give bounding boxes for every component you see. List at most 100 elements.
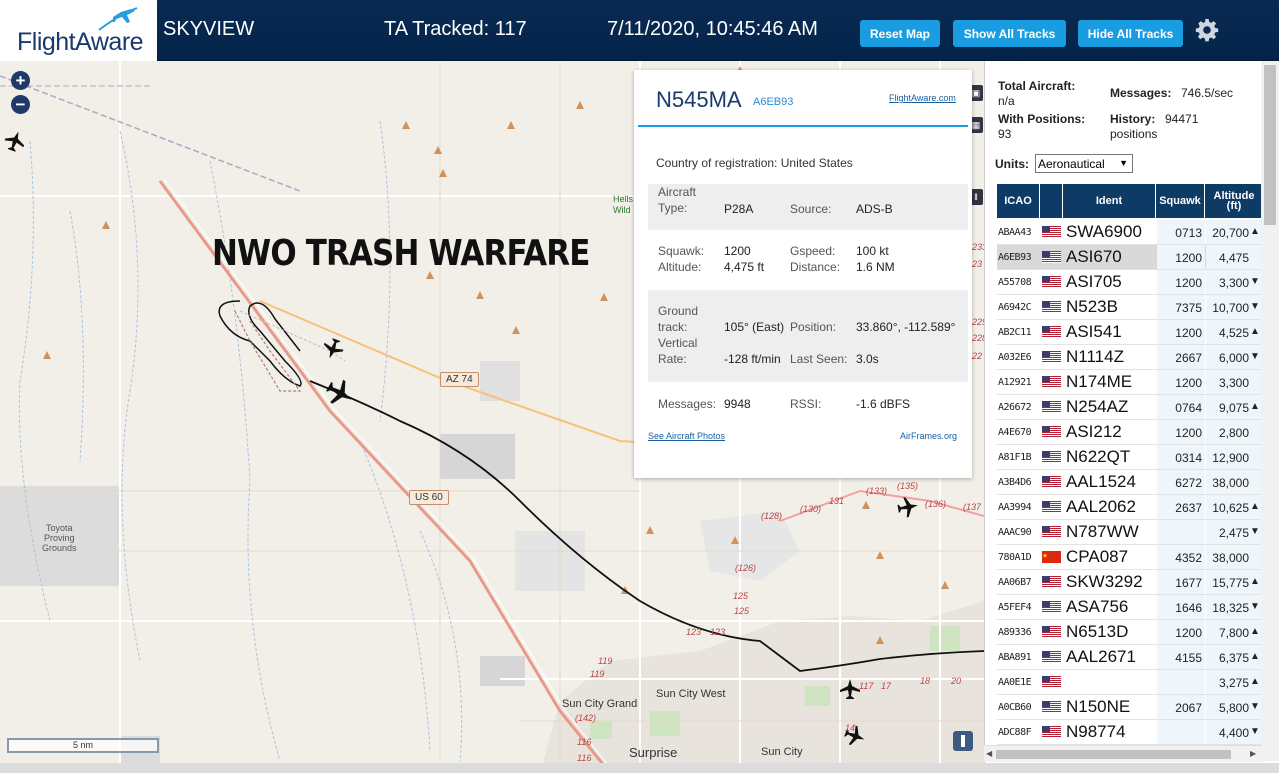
show-all-tracks-button[interactable]: Show All Tracks bbox=[953, 20, 1066, 47]
row-altitude: 2,800 bbox=[1218, 426, 1249, 440]
row-ident: N150NE bbox=[1066, 697, 1131, 716]
window-bottom-bar bbox=[0, 763, 1279, 773]
row-squawk: 6272 bbox=[1175, 476, 1202, 490]
aircraft-panel: Total Aircraft: n/a Messages: 746.5/sec … bbox=[984, 61, 1279, 773]
us-flag-icon bbox=[1042, 351, 1061, 363]
row-vertical-trend: ▼ bbox=[1250, 526, 1260, 537]
row-icao: A6EB93 bbox=[998, 252, 1032, 263]
table-row[interactable]: A6942C N523B 7375 10,700 ▼ bbox=[997, 295, 1263, 320]
route-number: 131 bbox=[829, 496, 845, 506]
vertical-rate-label: Vertical Rate: bbox=[658, 336, 698, 366]
table-row[interactable]: A6EB93 ASI670 1200 4,475 bbox=[997, 245, 1263, 270]
table-row[interactable]: A0CB60 N150NE 2067 5,800 ▼ bbox=[997, 695, 1263, 720]
table-row[interactable]: AB2C11 ASI541 1200 4,525 ▲ bbox=[997, 320, 1263, 345]
row-ident: ASI541 bbox=[1066, 322, 1122, 341]
row-squawk: 1200 bbox=[1175, 251, 1202, 265]
table-row[interactable]: ABA891 AAL2671 4155 6,375 ▲ bbox=[997, 645, 1263, 670]
row-squawk: 2667 bbox=[1175, 351, 1202, 365]
route-number: 116 bbox=[577, 737, 592, 747]
hscrollbar-thumb[interactable] bbox=[996, 750, 1231, 759]
table-row[interactable]: 780A1D CPA087 4352 38,000 bbox=[997, 545, 1263, 570]
scrollbar-thumb[interactable] bbox=[1264, 65, 1276, 225]
land-parcel bbox=[480, 656, 525, 686]
row-ident: ASI212 bbox=[1066, 422, 1122, 441]
route-number: (128) bbox=[761, 511, 783, 521]
table-row[interactable]: AA3994 AAL2062 2637 10,625 ▲ bbox=[997, 495, 1263, 520]
table-row[interactable]: A3B4D6 AAL1524 6272 38,000 bbox=[997, 470, 1263, 495]
row-altitude: 6,000 bbox=[1218, 351, 1249, 365]
aircraft-type-label: Aircraft Type: bbox=[658, 185, 697, 215]
us-flag-icon bbox=[1042, 451, 1061, 463]
route-number: 123 bbox=[686, 627, 702, 637]
rssi-label: RSSI: bbox=[790, 397, 822, 411]
table-row[interactable]: A4E670 ASI212 1200 2,800 bbox=[997, 420, 1263, 445]
zoom-out-button[interactable]: − bbox=[11, 95, 30, 114]
row-altitude: 7,800 bbox=[1218, 626, 1249, 640]
us60-shield: US 60 bbox=[409, 490, 449, 505]
scroll-right-icon[interactable]: ▶ bbox=[1250, 749, 1256, 758]
route-number: (126) bbox=[735, 563, 757, 573]
flightaware-link[interactable]: FlightAware.com bbox=[889, 93, 956, 103]
hide-all-tracks-button[interactable]: Hide All Tracks bbox=[1078, 20, 1183, 47]
table-row[interactable]: AAAC90 N787WW 2,475 ▼ bbox=[997, 520, 1263, 545]
squawk-cell-bg bbox=[1157, 670, 1205, 694]
table-row[interactable]: A89336 N6513D 1200 7,800 ▲ bbox=[997, 620, 1263, 645]
table-row[interactable]: A55708 ASI705 1200 3,300 ▼ bbox=[997, 270, 1263, 295]
column-header-altitude[interactable]: Altitude (ft) bbox=[1205, 184, 1263, 218]
table-row[interactable]: AA0E1E 3,275 ▲ bbox=[997, 670, 1263, 695]
reset-map-button[interactable]: Reset Map bbox=[860, 20, 940, 47]
column-header-squawk[interactable]: Squawk bbox=[1156, 184, 1204, 218]
table-row[interactable]: A12921 N174ME 1200 3,300 bbox=[997, 370, 1263, 395]
distance-label: Distance: bbox=[790, 260, 841, 274]
table-row[interactable]: ABAA43 SWA6900 0713 20,700 ▲ bbox=[997, 220, 1263, 245]
airframes-link[interactable]: AirFrames.org bbox=[900, 431, 957, 441]
route-number: (137 bbox=[963, 502, 982, 512]
table-row[interactable]: ADC88F N98774 4,400 ▼ bbox=[997, 720, 1263, 745]
column-header-icao[interactable]: ICAO bbox=[997, 184, 1039, 218]
row-altitude: 2,475 bbox=[1218, 526, 1249, 540]
row-altitude: 9,075 bbox=[1218, 401, 1249, 415]
row-icao: A81F1B bbox=[998, 452, 1032, 463]
history-label: History: bbox=[1110, 112, 1156, 126]
messages-rate-value: 746.5/sec bbox=[1181, 86, 1234, 100]
washes bbox=[18, 120, 463, 762]
row-icao: A26672 bbox=[998, 402, 1032, 413]
row-ident: N787WW bbox=[1066, 522, 1139, 541]
row-vertical-trend: ▼ bbox=[1250, 601, 1260, 612]
units-selected-value: Aeronautical bbox=[1038, 156, 1105, 171]
park bbox=[930, 626, 960, 651]
row-vertical-trend: ▲ bbox=[1250, 226, 1260, 237]
logo[interactable]: FlightAware bbox=[0, 0, 157, 61]
row-vertical-trend: ▼ bbox=[1250, 301, 1260, 312]
zoom-in-button[interactable]: + bbox=[11, 71, 30, 90]
gear-icon[interactable] bbox=[1195, 18, 1219, 42]
us-flag-icon bbox=[1042, 726, 1061, 738]
table-row[interactable]: AA06B7 SKW3292 1677 15,775 ▲ bbox=[997, 570, 1263, 595]
row-squawk: 1200 bbox=[1175, 626, 1202, 640]
aircraft-type-value: P28A bbox=[724, 202, 754, 216]
row-altitude: 12,900 bbox=[1212, 451, 1249, 465]
units-dropdown[interactable]: Aeronautical ▼ bbox=[1035, 154, 1133, 173]
az74-shield: AZ 74 bbox=[440, 372, 479, 387]
route-number: (133) bbox=[866, 486, 888, 496]
table-row[interactable]: A81F1B N622QT 0314 12,900 bbox=[997, 445, 1263, 470]
row-icao: ABA891 bbox=[998, 652, 1032, 663]
aircraft-photos-link[interactable]: See Aircraft Photos bbox=[648, 431, 725, 441]
table-row[interactable]: A032E6 N1114Z 2667 6,000 ▼ bbox=[997, 345, 1263, 370]
column-header-ident[interactable]: Ident bbox=[1063, 184, 1155, 218]
china-flag-icon bbox=[1042, 551, 1061, 563]
ta-tracked-count: TA Tracked: 117 bbox=[384, 18, 527, 40]
popup-hex-code: A6EB93 bbox=[753, 96, 794, 108]
route-number: 14 bbox=[845, 723, 856, 733]
panel-vertical-scrollbar[interactable] bbox=[1261, 61, 1279, 761]
row-ident: ASA756 bbox=[1066, 597, 1129, 616]
altitude-label: Altitude: bbox=[658, 260, 702, 274]
route-number: 125 bbox=[734, 606, 750, 616]
table-row[interactable]: A5FEF4 ASA756 1646 18,325 ▼ bbox=[997, 595, 1263, 620]
aircraft-info-popup[interactable]: N545MA A6EB93 FlightAware.com Country of… bbox=[634, 70, 972, 478]
row-altitude: 4,475 bbox=[1218, 251, 1249, 265]
row-ident: N1114Z bbox=[1066, 347, 1124, 366]
panel-horizontal-scrollbar[interactable]: ◀ ▶ bbox=[984, 745, 1262, 762]
table-row[interactable]: A26672 N254AZ 0764 9,075 ▲ bbox=[997, 395, 1263, 420]
scroll-left-icon[interactable]: ◀ bbox=[986, 749, 992, 758]
